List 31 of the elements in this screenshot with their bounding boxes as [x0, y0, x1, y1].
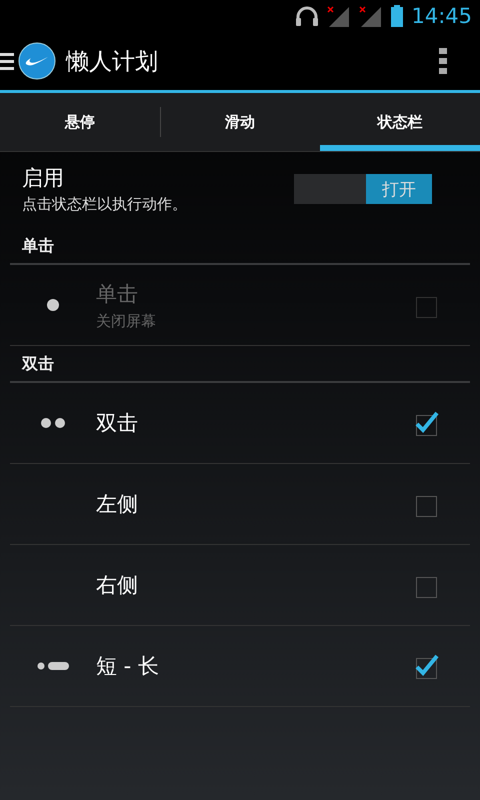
setting-title: 启用 — [22, 165, 65, 192]
item-title: 双击 — [96, 410, 139, 437]
battery-icon — [391, 5, 404, 27]
dot-dash-icon — [37, 661, 69, 671]
no-signal-icon — [327, 5, 352, 27]
tab[interactable]: 悬停 — [0, 93, 160, 151]
section-header: 单击 — [10, 228, 470, 265]
app-logo-icon[interactable] — [18, 42, 56, 80]
item-title: 短 - 长 — [96, 653, 160, 680]
list-item[interactable]: 双击 — [10, 383, 470, 464]
item-title: 右侧 — [96, 572, 139, 599]
checkbox[interactable] — [413, 410, 439, 436]
setting-summary: 点击状态栏以执行动作。 — [22, 195, 188, 214]
list-item[interactable]: 短 - 长 — [10, 626, 470, 707]
list-item[interactable]: 右侧 — [10, 545, 470, 626]
item-summary: 关闭屏幕 — [96, 312, 157, 330]
menu-icon[interactable] — [0, 52, 14, 70]
overflow-menu-icon[interactable] — [439, 48, 447, 74]
app-title: 懒人计划 — [66, 48, 159, 76]
clock-time: 14:45 — [411, 4, 472, 28]
no-signal-icon — [359, 5, 384, 27]
section-header: 双击 — [10, 346, 470, 383]
list-item[interactable]: 左侧 — [10, 464, 470, 545]
checkbox[interactable] — [413, 653, 439, 679]
dot-icon — [46, 298, 60, 312]
item-title: 单击 — [96, 280, 139, 308]
item-title: 左侧 — [96, 491, 139, 518]
tab[interactable]: 滑动 — [160, 93, 320, 151]
tab[interactable]: 状态栏 — [320, 93, 480, 151]
double-dot-icon — [40, 417, 66, 429]
headphones-icon — [295, 6, 320, 26]
